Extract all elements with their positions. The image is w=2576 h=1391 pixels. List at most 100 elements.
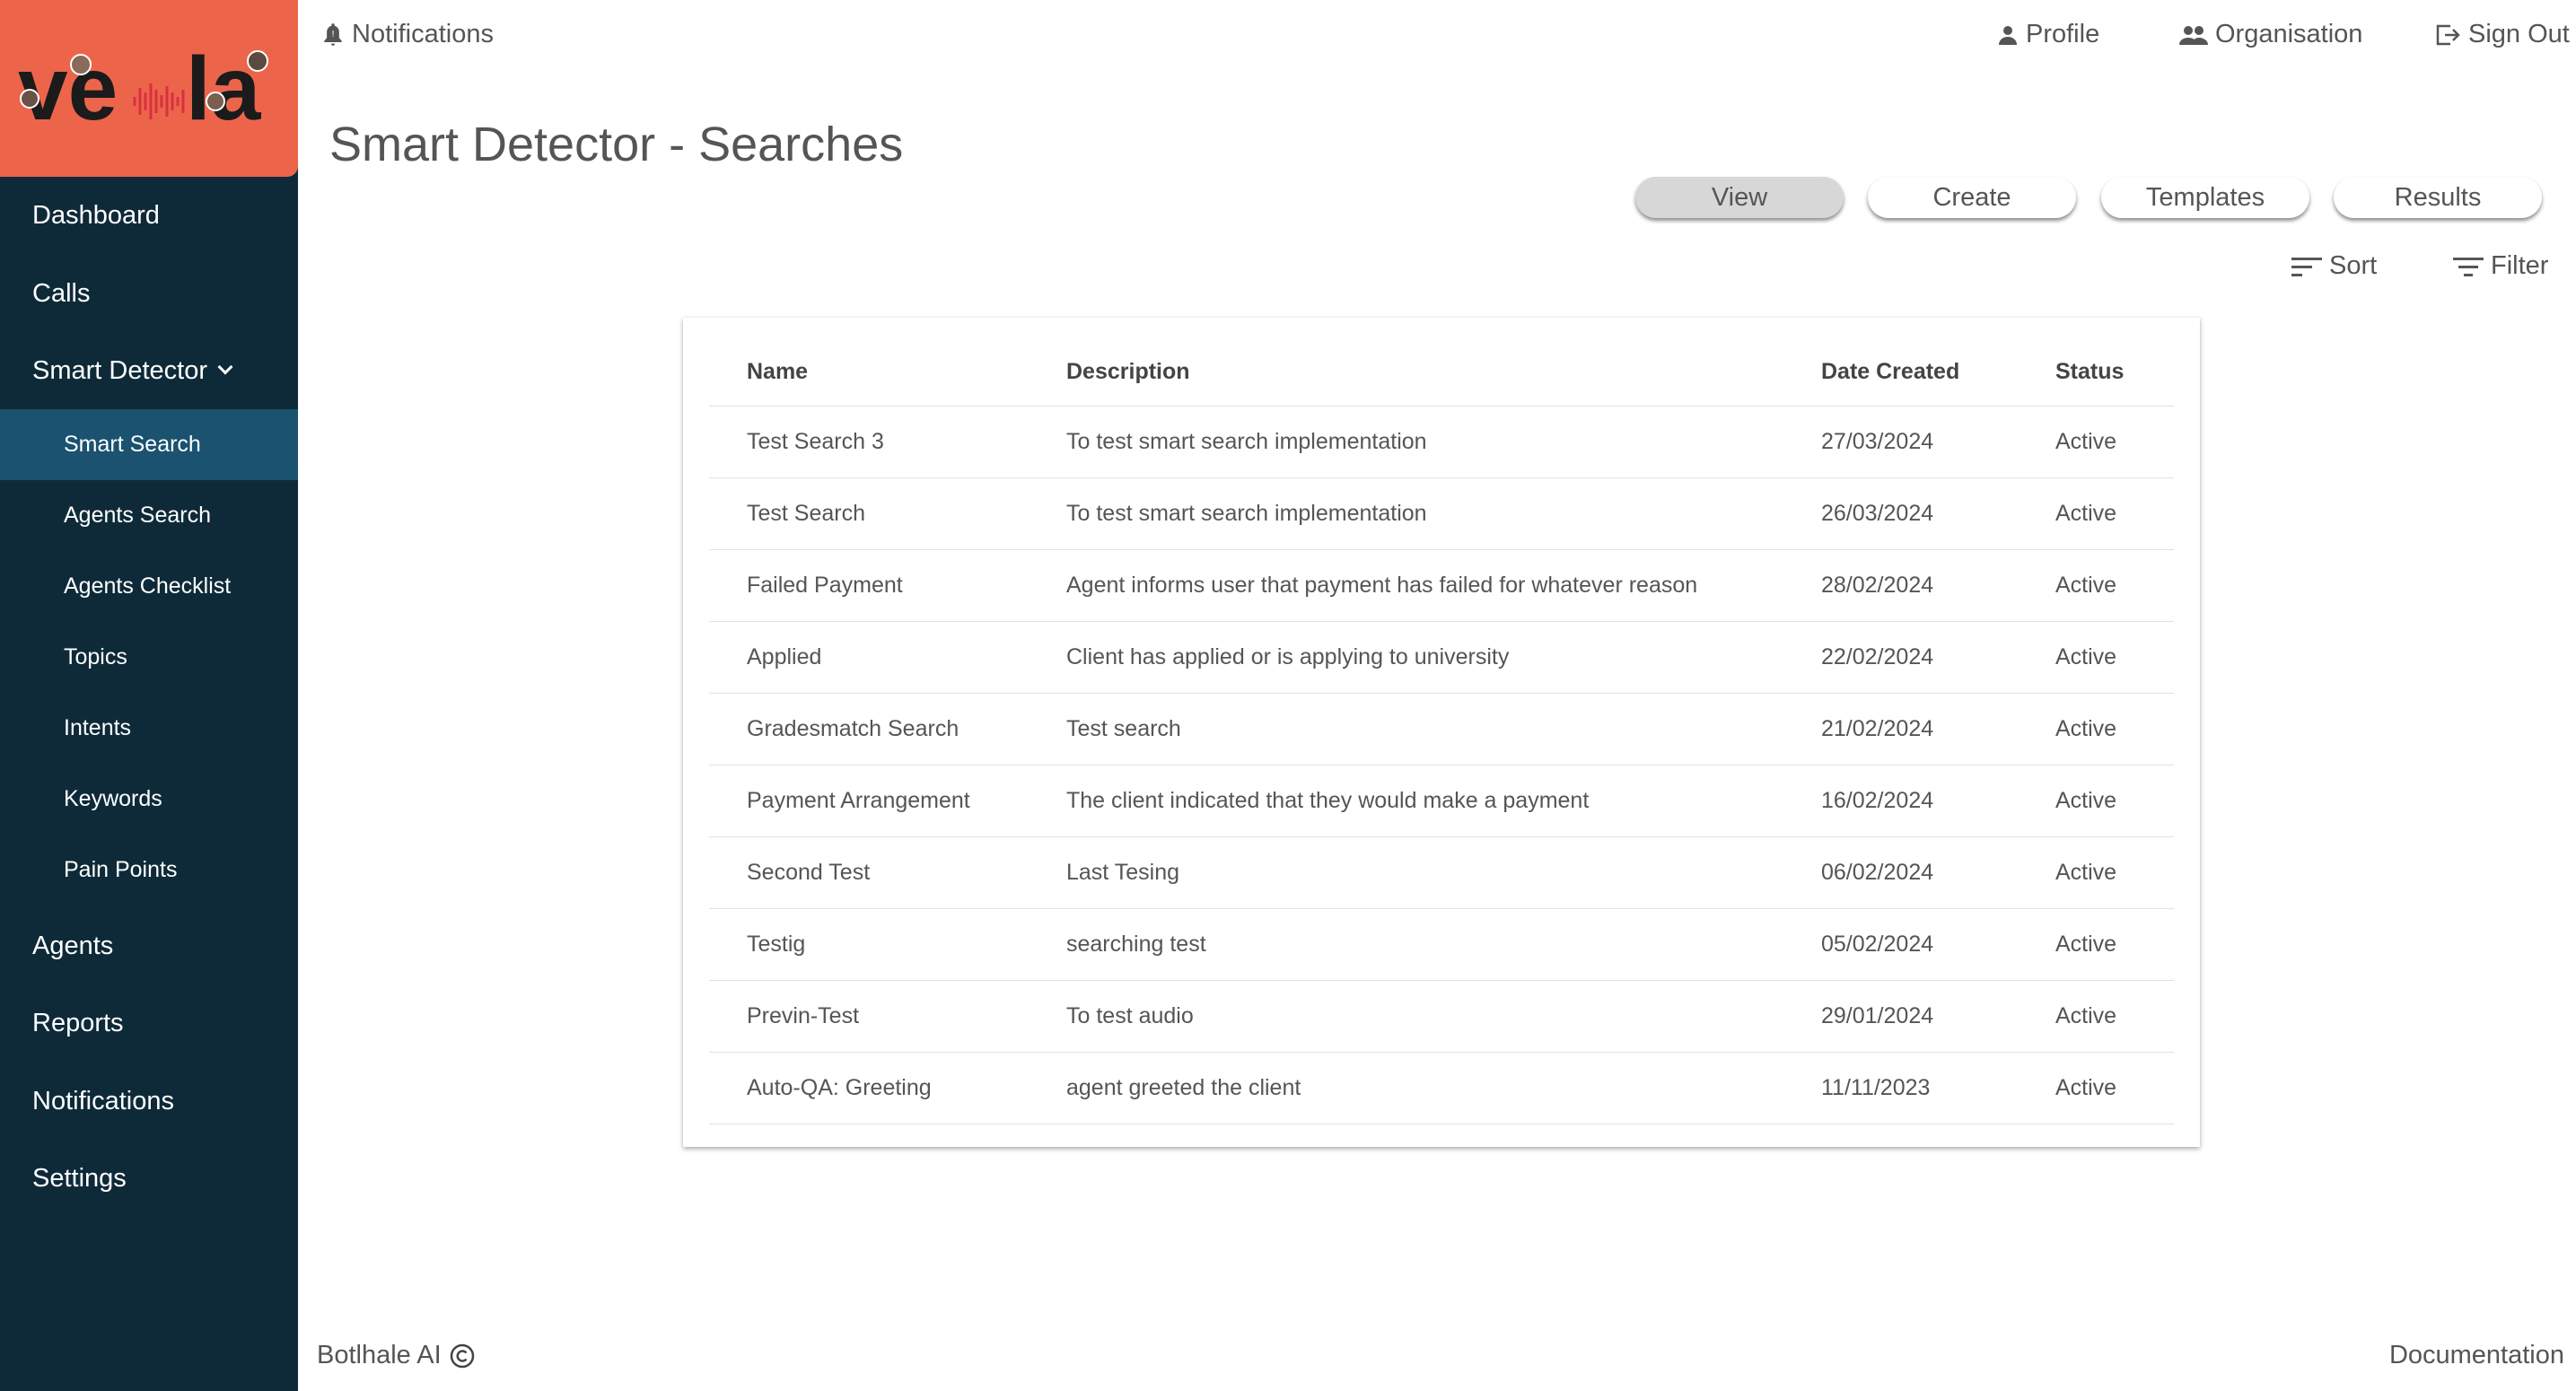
sort-button[interactable]: Sort: [2291, 251, 2377, 281]
sidebar-item-notifications[interactable]: Notifications: [0, 1065, 298, 1137]
sort-icon: [2291, 257, 2322, 276]
documentation-link[interactable]: Documentation: [2389, 1341, 2564, 1370]
sidebar-subitem-label: Topics: [64, 644, 127, 669]
page-title: Smart Detector - Searches: [329, 118, 904, 171]
table-row[interactable]: Second Test Last Tesing 06/02/2024 Activ…: [709, 837, 2174, 909]
cell-date-created: 16/02/2024: [1821, 788, 1934, 813]
company-name: Botlhale AI: [317, 1341, 442, 1369]
sidebar-item-label: Calls: [32, 278, 91, 308]
sidebar-item-reports[interactable]: Reports: [0, 987, 298, 1059]
table-row[interactable]: Payment Arrangement The client indicated…: [709, 765, 2174, 837]
cell-status: Active: [2055, 429, 2117, 454]
filter-icon: [2453, 257, 2484, 276]
notifications-label: Notifications: [352, 20, 494, 48]
column-header-status[interactable]: Status: [2055, 318, 2124, 406]
sidebar-item-calls[interactable]: Calls: [0, 258, 298, 329]
table-row[interactable]: Test Search To test smart search impleme…: [709, 478, 2174, 550]
column-header-name[interactable]: Name: [747, 318, 808, 406]
sidebar-subitem-agents-search[interactable]: Agents Search: [0, 480, 298, 551]
cell-date-created: 21/02/2024: [1821, 716, 1934, 741]
cell-description: The client indicated that they would mak…: [1066, 788, 1590, 813]
cell-date-created: 27/03/2024: [1821, 429, 1934, 454]
cell-name: Second Test: [747, 860, 871, 885]
sidebar-item-settings[interactable]: Settings: [0, 1142, 298, 1214]
cell-name: Test Search: [747, 501, 866, 526]
cell-date-created: 11/11/2023: [1821, 1075, 1931, 1100]
profile-link[interactable]: Profile: [1997, 20, 2099, 49]
chevron-down-icon: [217, 359, 233, 375]
tab-create[interactable]: Create: [1868, 177, 2076, 218]
cell-status: Active: [2055, 788, 2117, 813]
sidebar-item-dashboard[interactable]: Dashboard: [0, 179, 298, 251]
copyright-icon: [450, 1343, 474, 1368]
sidebar-subitem-label: Pain Points: [64, 857, 178, 882]
cell-description: Last Tesing: [1066, 860, 1180, 885]
cell-name: Previn-Test: [747, 1003, 860, 1028]
sidebar-subitem-smart-search[interactable]: Smart Search: [0, 409, 298, 480]
sidebar-subitem-label: Intents: [64, 715, 132, 740]
cell-status: Active: [2055, 932, 2117, 957]
table-header-row: Name Description Date Created Status: [709, 318, 2174, 407]
cell-description: To test smart search implementation: [1066, 501, 1427, 526]
column-header-description[interactable]: Description: [1066, 318, 1190, 406]
sidebar-subitem-pain-points[interactable]: Pain Points: [0, 835, 298, 905]
table-row[interactable]: Failed Payment Agent informs user that p…: [709, 550, 2174, 622]
sidebar-subitem-agents-checklist[interactable]: Agents Checklist: [0, 551, 298, 622]
table-row[interactable]: Gradesmatch Search Test search 21/02/202…: [709, 694, 2174, 765]
filter-label: Filter: [2491, 251, 2549, 280]
cell-name: Payment Arrangement: [747, 788, 970, 813]
searches-table: Name Description Date Created Status Tes…: [683, 318, 2200, 1147]
tab-results[interactable]: Results: [2334, 177, 2542, 218]
table-row[interactable]: Test Search 3 To test smart search imple…: [709, 407, 2174, 478]
cell-status: Active: [2055, 573, 2117, 598]
sidebar-item-label: Smart Detector: [32, 355, 207, 385]
sidebar-item-smart-detector[interactable]: Smart Detector: [0, 335, 298, 407]
cell-description: agent greeted the client: [1066, 1075, 1301, 1100]
cell-description: Client has applied or is applying to uni…: [1066, 644, 1510, 669]
cell-date-created: 05/02/2024: [1821, 932, 1934, 957]
group-icon: [2179, 25, 2208, 45]
sidebar-item-label: Settings: [32, 1163, 127, 1193]
sign-out-link[interactable]: Sign Out: [2434, 20, 2570, 49]
table-row[interactable]: Applied Client has applied or is applyin…: [709, 622, 2174, 694]
sidebar-subitem-keywords[interactable]: Keywords: [0, 764, 298, 835]
tab-view[interactable]: View: [1635, 177, 1844, 218]
sign-out-label: Sign Out: [2468, 20, 2570, 48]
cell-status: Active: [2055, 860, 2117, 885]
svg-text:!: !: [331, 30, 335, 39]
cell-name: Failed Payment: [747, 573, 903, 598]
sidebar-item-agents[interactable]: Agents: [0, 910, 298, 982]
svg-text:ve: ve: [18, 39, 118, 139]
sign-out-icon: [2436, 24, 2460, 45]
tab-templates[interactable]: Templates: [2101, 177, 2309, 218]
profile-label: Profile: [2026, 20, 2100, 48]
table-row[interactable]: Testig searching test 05/02/2024 Active: [709, 909, 2174, 981]
organisation-label: Organisation: [2215, 20, 2363, 48]
cell-date-created: 26/03/2024: [1821, 501, 1934, 526]
notifications-link[interactable]: ! Notifications: [321, 20, 494, 49]
sidebar: ve la Dashboard Calls Smart Detector Sma…: [0, 0, 298, 1391]
cell-description: Agent informs user that payment has fail…: [1066, 573, 1698, 598]
filter-button[interactable]: Filter: [2453, 251, 2548, 281]
sidebar-subitem-topics[interactable]: Topics: [0, 622, 298, 693]
sidebar-subitem-intents[interactable]: Intents: [0, 693, 298, 764]
cell-description: Test search: [1066, 716, 1181, 741]
cell-status: Active: [2055, 1075, 2117, 1100]
cell-description: To test audio: [1066, 1003, 1194, 1028]
cell-name: Testig: [747, 932, 806, 957]
brand-logo[interactable]: ve la: [0, 0, 298, 177]
organisation-link[interactable]: Organisation: [2179, 20, 2362, 49]
cell-name: Applied: [747, 644, 822, 669]
sidebar-item-label: Agents: [32, 931, 114, 960]
cell-status: Active: [2055, 501, 2117, 526]
sidebar-item-label: Notifications: [32, 1086, 174, 1115]
sidebar-item-label: Dashboard: [32, 200, 160, 230]
column-header-date-created[interactable]: Date Created: [1821, 318, 1959, 406]
sidebar-subitem-label: Agents Search: [64, 503, 211, 528]
cell-status: Active: [2055, 1003, 2117, 1028]
table-row[interactable]: Previn-Test To test audio 29/01/2024 Act…: [709, 981, 2174, 1053]
user-icon: [1999, 25, 2017, 45]
cell-description: To test smart search implementation: [1066, 429, 1427, 454]
cell-date-created: 06/02/2024: [1821, 860, 1934, 885]
table-row[interactable]: Auto-QA: Greeting agent greeted the clie…: [709, 1053, 2174, 1124]
